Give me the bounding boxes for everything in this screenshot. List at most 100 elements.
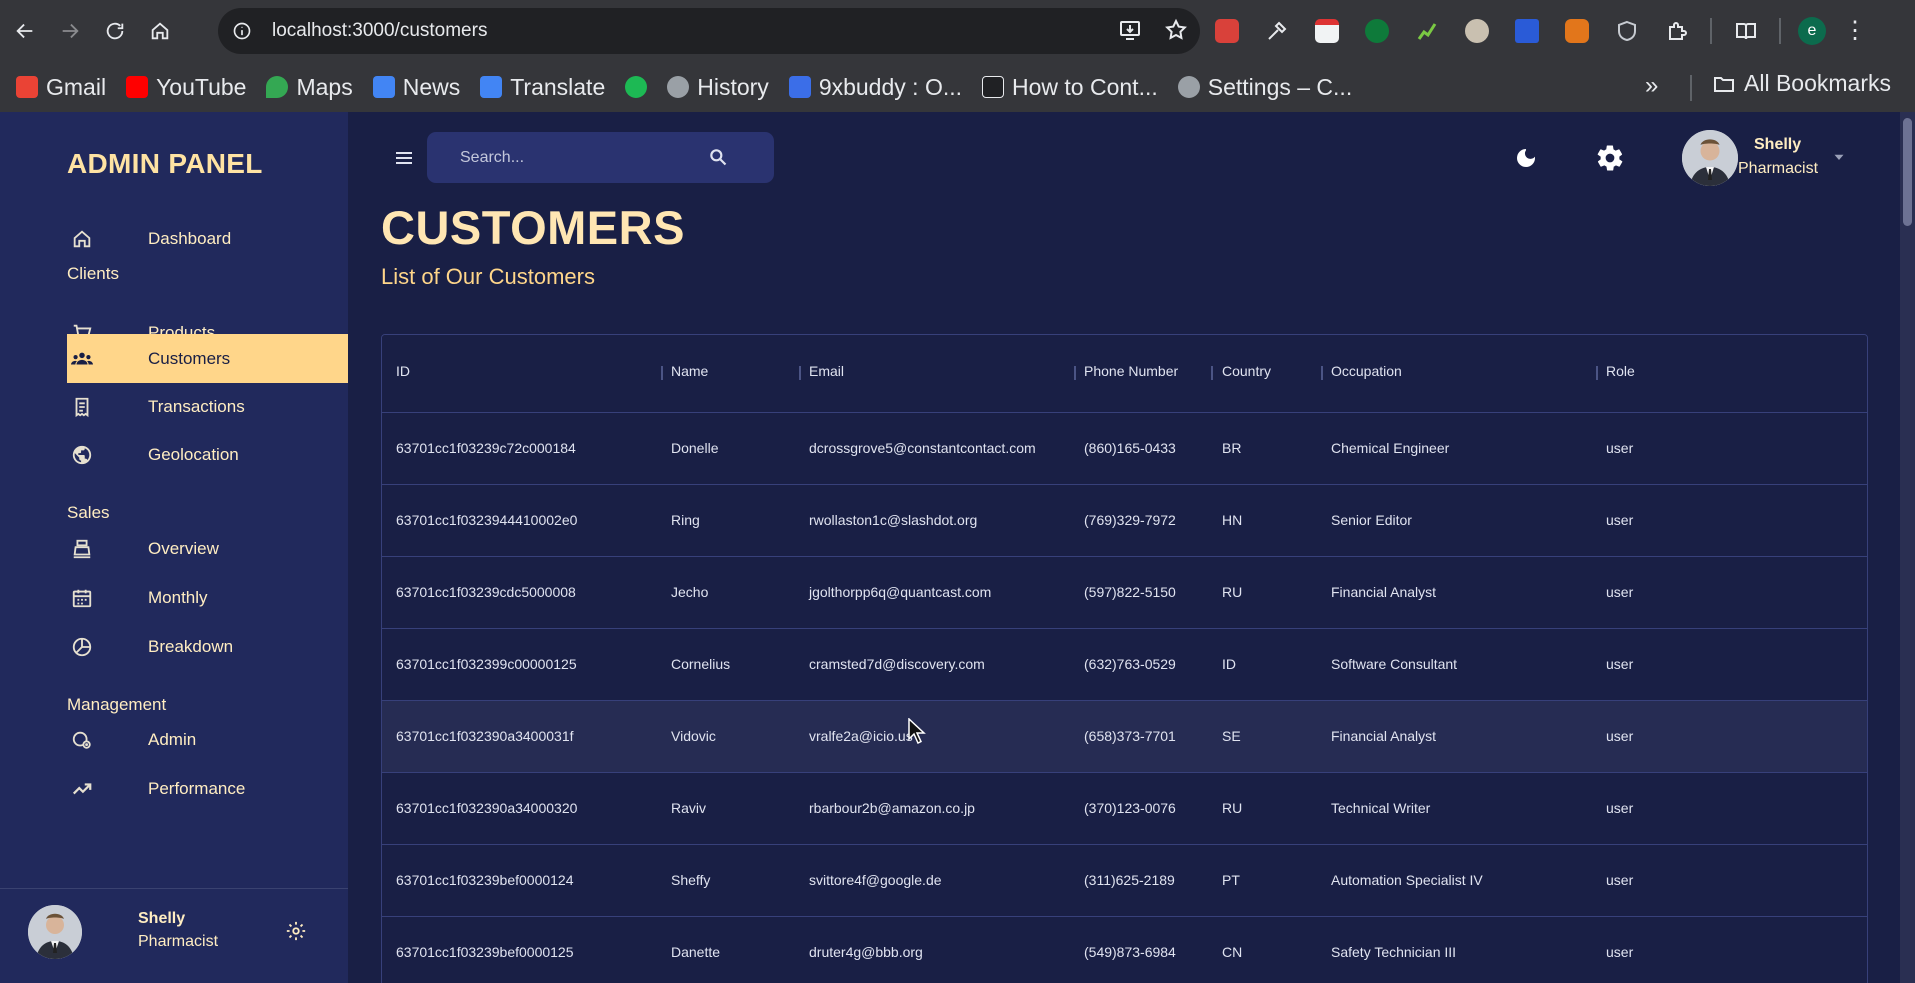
profile-avatar[interactable]: e (1798, 16, 1826, 45)
bookmark-youtube[interactable]: YouTube (126, 74, 246, 101)
eyedropper-icon[interactable] (1260, 14, 1293, 47)
extension-icon[interactable] (1310, 14, 1343, 47)
bookmark-settings[interactable]: Settings – C... (1177, 74, 1352, 101)
bookmark-maps[interactable]: Maps (266, 74, 353, 101)
install-app-icon[interactable] (1118, 18, 1142, 42)
home-button[interactable] (140, 11, 180, 51)
cell-email: druter4g@bbb.org (809, 944, 923, 960)
cell-email: rwollaston1c@slashdot.org (809, 512, 978, 528)
chevron-down-icon[interactable] (1830, 148, 1848, 166)
column-separator[interactable] (799, 366, 801, 380)
sidebar-item-transactions[interactable]: Transactions (67, 383, 348, 431)
column-header-name[interactable]: Name (671, 363, 708, 379)
all-bookmarks-button[interactable]: All Bookmarks (1712, 70, 1891, 97)
back-button[interactable] (5, 11, 45, 51)
news-icon (372, 76, 395, 98)
column-header-role[interactable]: Role (1606, 363, 1635, 379)
column-separator[interactable] (1074, 366, 1076, 380)
docs-icon (788, 76, 811, 98)
topbar-user-role[interactable]: Pharmacist (1738, 160, 1818, 178)
sidebar-item-dashboard[interactable]: Dashboard (67, 215, 348, 263)
extension-icon[interactable] (1360, 14, 1393, 47)
page-title: CUSTOMERS (381, 201, 685, 254)
table-row[interactable]: 63701cc1f03239c72c000184 Donelle dcrossg… (382, 413, 1867, 485)
column-header-id[interactable]: ID (396, 363, 410, 379)
table-row[interactable]: 63701cc1f0323944410002e0 Ring rwollaston… (382, 485, 1867, 557)
sidebar-item-admin[interactable]: Admin (67, 716, 348, 764)
cell-country: RU (1222, 800, 1243, 816)
cell-role: user (1606, 728, 1634, 744)
extension-icon[interactable] (1510, 14, 1543, 47)
dark-mode-toggle-icon[interactable] (1514, 146, 1538, 170)
reload-button[interactable] (95, 11, 135, 51)
extension-icon[interactable] (1460, 14, 1493, 47)
bookmark-translate[interactable]: Translate (480, 74, 605, 101)
browser-menu-icon[interactable]: ⋮ (1843, 18, 1867, 43)
cell-name: Danette (671, 944, 721, 960)
cell-phone: (769)329-7972 (1084, 512, 1176, 528)
sidebar-item-performance[interactable]: Performance (67, 765, 348, 813)
column-header-country[interactable]: Country (1222, 363, 1271, 379)
bookmark-spotify[interactable] (625, 76, 648, 98)
puzzle-icon[interactable] (1660, 14, 1693, 47)
sidebar-item-geolocation[interactable]: Geolocation (67, 431, 348, 479)
scrollbar-thumb[interactable] (1903, 118, 1912, 226)
column-header-occupation[interactable]: Occupation (1331, 363, 1402, 379)
cell-email: rbarbour2b@amazon.co.jp (809, 800, 975, 816)
column-separator[interactable] (661, 366, 663, 380)
search-icon[interactable] (708, 147, 728, 167)
globe-icon (71, 444, 93, 466)
page-scrollbar[interactable] (1900, 112, 1915, 983)
table-row[interactable]: 63701cc1f032399c00000125 Cornelius crams… (382, 629, 1867, 701)
address-bar[interactable]: localhost:3000/customers (218, 8, 1200, 54)
sidebar-item-monthly[interactable]: Monthly (67, 574, 348, 622)
table-row[interactable]: 63701cc1f03239cdc5000008 Jecho jgolthorp… (382, 557, 1867, 629)
shield-icon[interactable] (1610, 14, 1643, 47)
table-row[interactable]: 63701cc1f032390a3400031f Vidovic vralfe2… (382, 701, 1867, 773)
cell-name: Ring (671, 512, 700, 528)
topbar-user-name[interactable]: Shelly (1754, 136, 1801, 154)
column-separator[interactable] (1321, 366, 1323, 380)
cell-occupation: Automation Specialist IV (1331, 872, 1483, 888)
column-separator[interactable] (1596, 366, 1598, 380)
menu-icon[interactable] (392, 146, 416, 170)
sidebar-item-overview[interactable]: Overview (67, 525, 348, 573)
column-header-phone[interactable]: Phone Number (1084, 363, 1178, 379)
table-row[interactable]: 63701cc1f03239bef0000125 Danette druter4… (382, 917, 1867, 983)
cell-country: ID (1222, 656, 1236, 672)
sidebar-item-customers[interactable]: Customers (67, 334, 348, 383)
bookmark-news[interactable]: News (372, 74, 460, 101)
cell-phone: (370)123-0076 (1084, 800, 1176, 816)
bookmark-9xbuddy[interactable]: 9xbuddy : O... (788, 74, 962, 101)
metamask-icon[interactable] (1560, 14, 1593, 47)
extension-icon[interactable] (1410, 14, 1443, 47)
bookmarks-bar: Gmail YouTube Maps News Translate Histor… (0, 62, 1915, 112)
gear-icon[interactable] (285, 920, 307, 942)
point-of-sale-icon (71, 538, 93, 560)
bookmark-star-icon[interactable] (1164, 18, 1188, 42)
brand-title: ADMIN PANEL (67, 148, 263, 179)
bookmark-how-to[interactable]: How to Cont... (982, 74, 1158, 101)
bookmark-history[interactable]: History (667, 74, 769, 101)
avatar (28, 905, 82, 959)
search-input[interactable] (427, 132, 717, 183)
bookmark-gmail[interactable]: Gmail (16, 74, 106, 101)
site-info-icon[interactable] (232, 21, 252, 41)
sidebar-user-name: Shelly (138, 910, 186, 927)
extension-icon[interactable] (1210, 14, 1243, 47)
forward-button[interactable] (50, 11, 90, 51)
cell-role: user (1606, 800, 1634, 816)
cell-country: BR (1222, 440, 1242, 456)
cell-occupation: Software Consultant (1331, 656, 1458, 672)
cell-country: CN (1222, 944, 1243, 960)
bookmarks-overflow-icon[interactable]: » (1645, 72, 1658, 100)
table-row[interactable]: 63701cc1f032390a34000320 Raviv rbarbour2… (382, 773, 1867, 845)
url-text[interactable]: localhost:3000/customers (272, 20, 487, 42)
column-separator[interactable] (1211, 366, 1213, 380)
avatar[interactable] (1682, 130, 1738, 186)
reading-list-icon[interactable] (1729, 14, 1762, 47)
settings-gear-icon[interactable] (1595, 143, 1625, 173)
column-header-email[interactable]: Email (809, 363, 844, 379)
sidebar-item-breakdown[interactable]: Breakdown (67, 623, 348, 671)
table-row[interactable]: 63701cc1f03239bef0000124 Sheffy svittore… (382, 845, 1867, 917)
